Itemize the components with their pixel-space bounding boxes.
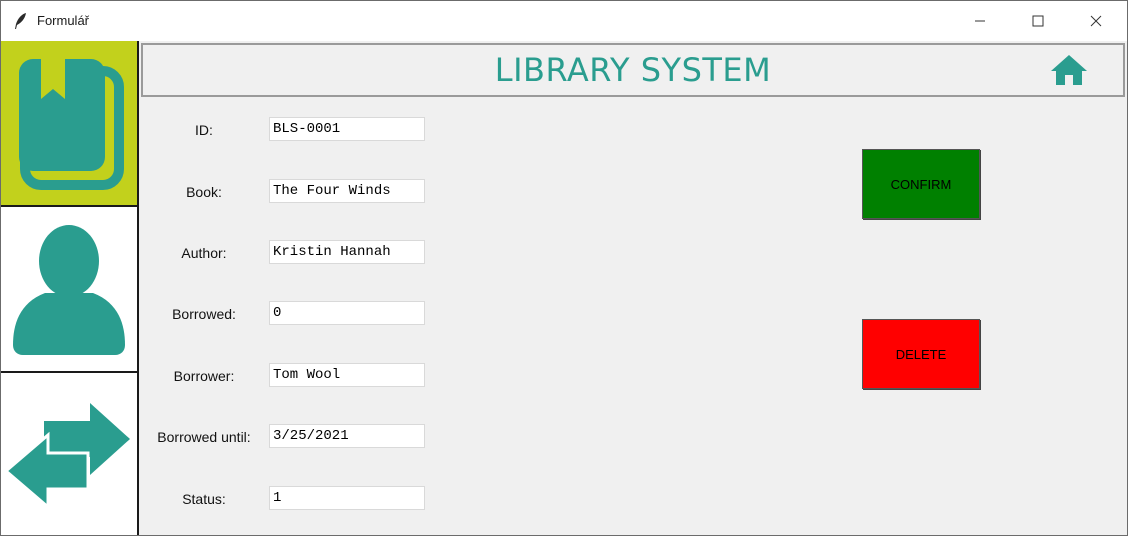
page-title: LIBRARY SYSTEM [494,51,772,89]
sidebar [1,41,139,535]
id-field[interactable]: BLS-0001 [269,117,425,141]
close-button[interactable] [1067,1,1125,41]
id-label: ID: [195,122,213,138]
title-bar[interactable]: Formulář [1,1,1127,41]
author-label: Author: [181,245,227,261]
maximize-button[interactable] [1009,1,1067,41]
maximize-icon [1032,15,1044,27]
author-field[interactable]: Kristin Hannah [269,240,425,264]
borrower-field[interactable]: Tom Wool [269,363,425,387]
borrowed-until-field[interactable]: 3/25/2021 [269,424,425,448]
home-button[interactable] [1049,53,1089,87]
sidebar-item-books[interactable] [1,41,137,207]
window-title: Formulář [37,13,90,28]
sidebar-item-users[interactable] [1,207,137,373]
minimize-button[interactable] [951,1,1009,41]
app-window: Formulář LIBRARY SYSTEM ID: Book: Author… [0,0,1128,536]
header-bar: LIBRARY SYSTEM [141,43,1125,97]
user-icon [13,225,125,355]
close-icon [1090,15,1102,27]
borrowed-until-label: Borrowed until: [157,429,251,445]
arrows-exchange-icon [4,403,130,511]
feather-icon [13,12,29,30]
borrowed-label: Borrowed: [172,306,236,322]
borrower-label: Borrower: [173,368,235,384]
book-field[interactable]: The Four Winds [269,179,425,203]
book-label: Book: [186,184,222,200]
sidebar-item-transfers[interactable] [1,373,137,535]
delete-button[interactable]: DELETE [862,319,980,389]
minimize-icon [975,20,985,22]
confirm-button[interactable]: CONFIRM [862,149,980,219]
status-label: Status: [182,491,226,507]
borrowed-field[interactable]: 0 [269,301,425,325]
home-icon [1051,55,1087,85]
status-field[interactable]: 1 [269,486,425,510]
book-icon [19,59,124,190]
